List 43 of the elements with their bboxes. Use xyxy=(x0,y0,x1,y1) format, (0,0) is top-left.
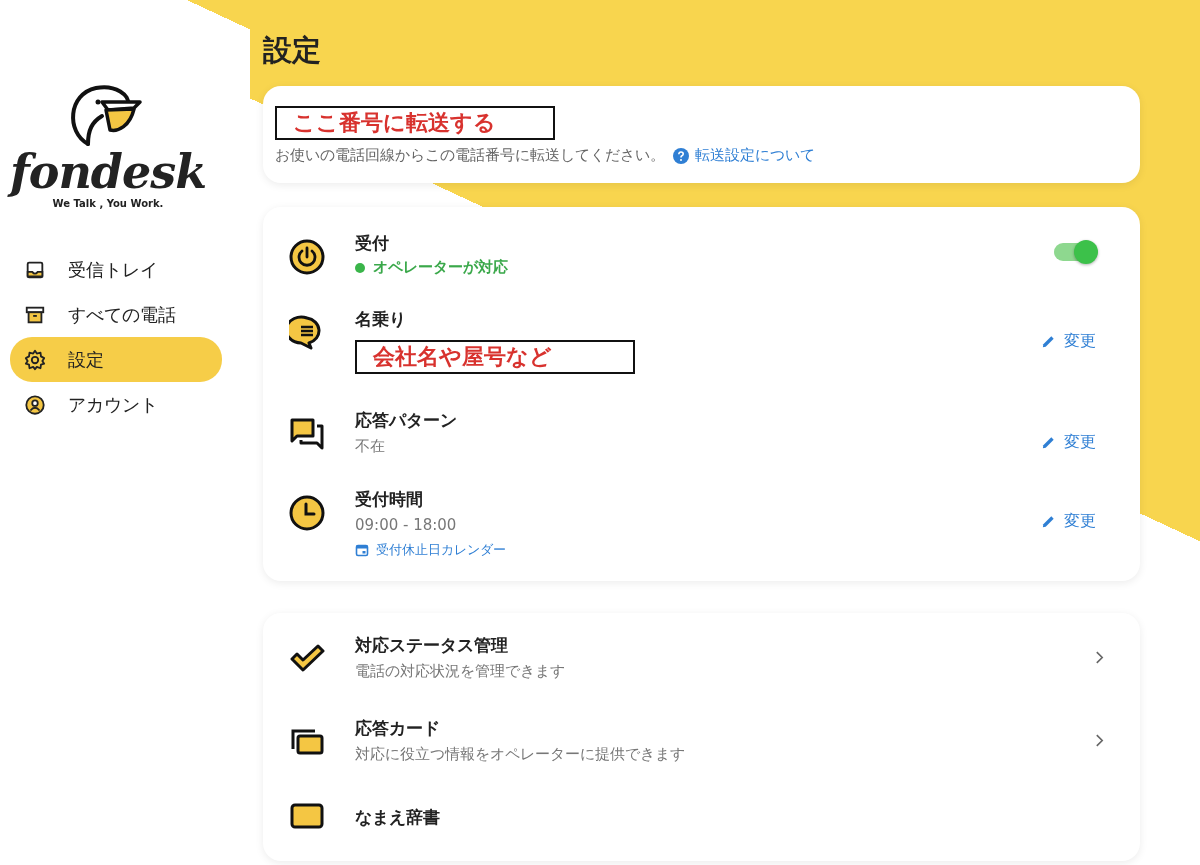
setting-title: 対応ステータス管理 xyxy=(355,634,509,657)
settings-icon xyxy=(24,348,46,371)
chevron-right-icon xyxy=(1095,650,1104,665)
setting-title: 受付時間 xyxy=(355,488,424,511)
edit-link[interactable]: 変更 xyxy=(1041,511,1096,532)
setting-value: 09:00 - 18:00 xyxy=(355,515,458,536)
sidebar-item[interactable]: 受信トレイ xyxy=(10,247,222,292)
edit-link[interactable]: 変更 xyxy=(1041,432,1096,453)
setting-title: 応答カード xyxy=(355,717,441,740)
pencil-icon xyxy=(1041,334,1056,349)
settings-list-item[interactable]: 応答カード 対応に役立つ情報をオペレーターに提供できます xyxy=(263,700,1140,783)
setting-title: 名乗り xyxy=(355,308,407,331)
help-icon xyxy=(673,147,689,164)
setting-title: 応答パターン xyxy=(355,409,458,432)
forwarding-description: お使いの電話回線からこの電話番号に転送してください。 xyxy=(275,146,665,165)
brand-tagline: We Talk , You Work. xyxy=(52,198,164,209)
pencil-icon xyxy=(1041,514,1056,529)
clock-icon xyxy=(289,495,325,531)
brand-name: fondesk xyxy=(9,146,207,198)
chevron-right-icon xyxy=(1095,733,1104,748)
holiday-calendar-link[interactable]: 受付休止日カレンダー xyxy=(355,541,1011,559)
setting-title: 受付 xyxy=(355,232,390,255)
settings-list-item[interactable]: 対応ステータス管理 電話の対応状況を管理できます xyxy=(263,617,1140,700)
setting-description: 対応に役立つ情報をオペレーターに提供できます xyxy=(355,744,686,765)
pencil-icon xyxy=(1041,435,1056,450)
sidebar-item[interactable]: アカウント xyxy=(10,382,222,427)
calendar-icon xyxy=(355,543,369,557)
annotation-label: ここ番号に転送する xyxy=(275,106,555,140)
toggle-switch[interactable] xyxy=(1054,243,1096,261)
edit-link[interactable]: 変更 xyxy=(1041,331,1096,352)
status-text: オペレーターが対応 xyxy=(355,258,1024,277)
setting-description: 電話の対応状況を管理できます xyxy=(355,661,566,682)
sidebar-item[interactable]: すべての電話 xyxy=(10,292,222,337)
setting-title: なまえ辞書 xyxy=(355,806,441,829)
settings-list-item[interactable]: なまえ辞書 xyxy=(263,783,1140,853)
forwarding-help-link[interactable]: 転送設定について xyxy=(673,146,815,165)
messages-icon xyxy=(289,416,325,452)
setting-value: 不在 xyxy=(355,436,386,457)
sidebar-item[interactable]: 設定 xyxy=(10,337,222,382)
power-icon xyxy=(289,239,325,275)
user-circle-icon xyxy=(24,393,46,416)
annotation-label: 会社名や屋号など xyxy=(355,340,635,374)
page-title: 設定 xyxy=(263,32,322,69)
